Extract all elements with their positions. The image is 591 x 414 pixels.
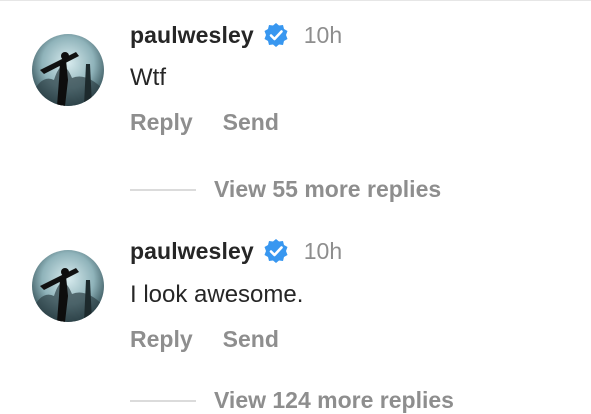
comment-item: paulwesley 10h Wtf Reply Send — [0, 14, 591, 164]
timestamp: 10h — [303, 21, 343, 48]
verified-badge-icon — [263, 22, 289, 48]
comment-actions: Reply Send — [130, 326, 279, 353]
comment-item: paulwesley 10h I look awesome. Reply Sen… — [0, 231, 591, 381]
top-divider — [0, 0, 591, 1]
view-more-replies[interactable]: View 55 more replies — [130, 176, 441, 203]
timestamp: 10h — [303, 237, 343, 264]
view-more-replies[interactable]: View 124 more replies — [130, 387, 454, 414]
reply-button[interactable]: Reply — [130, 109, 193, 136]
username[interactable]: paulwesley — [130, 238, 254, 265]
comment-text: Wtf — [130, 64, 166, 91]
avatar-image — [32, 34, 104, 106]
send-button[interactable]: Send — [223, 109, 279, 136]
reply-button[interactable]: Reply — [130, 326, 193, 353]
divider-line — [130, 188, 196, 191]
send-button[interactable]: Send — [223, 326, 279, 353]
comment-actions: Reply Send — [130, 109, 279, 136]
comment-header: paulwesley 10h — [130, 231, 342, 271]
view-more-replies-label[interactable]: View 124 more replies — [214, 387, 454, 414]
username[interactable]: paulwesley — [130, 22, 254, 49]
view-more-replies-label[interactable]: View 55 more replies — [214, 176, 441, 203]
comment-header: paulwesley 10h — [130, 15, 342, 55]
avatar[interactable] — [32, 34, 104, 106]
avatar-image — [32, 250, 104, 322]
avatar[interactable] — [32, 250, 104, 322]
comment-text: I look awesome. — [130, 281, 304, 308]
verified-badge-icon — [263, 238, 289, 264]
